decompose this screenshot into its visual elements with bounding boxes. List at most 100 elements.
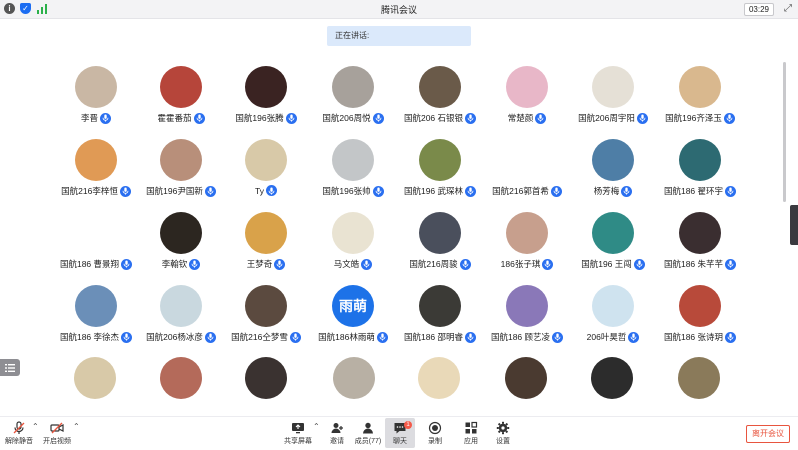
members-icon (363, 422, 373, 434)
mic-icon (372, 185, 384, 197)
chat-button[interactable]: 聊天 1 (385, 418, 415, 448)
mic-icon (189, 258, 201, 270)
participant-tile[interactable]: 国航186 顾艺凌 (484, 285, 570, 343)
participant-name-line: 206叶昊哲 (570, 331, 656, 343)
participant-tile[interactable]: 马文皓 (310, 212, 396, 270)
participant-tile[interactable]: 李翰钦 (138, 212, 224, 270)
participant-name-line: 国航186 曹景翔 (53, 258, 139, 270)
participant-name-line: 国航196张帅 (310, 185, 396, 197)
participant-tile[interactable]: 国航196齐泽玉 (657, 66, 743, 124)
participant-tile[interactable]: 李晋 (53, 66, 139, 124)
avatar (679, 66, 721, 108)
list-view-button[interactable] (0, 359, 20, 376)
title-bar: i ✓ 腾讯会议 03:29 ⤢ (0, 0, 798, 19)
participant-tile[interactable]: Ty (223, 139, 309, 196)
participant-name-line: 国航196齐泽玉 (657, 112, 743, 124)
participant-name: 马文皓 (333, 259, 360, 269)
avatar (419, 139, 461, 181)
avatar (75, 285, 117, 327)
avatar (592, 285, 634, 327)
side-panel-toggle[interactable] (790, 205, 798, 245)
participant-name-line: 国航216周骏 (397, 258, 483, 270)
participant-name: 国航186 翟环宇 (663, 186, 724, 196)
participant-tile[interactable]: 王梦奇 (223, 212, 309, 270)
avatar (75, 212, 117, 254)
participant-tile[interactable]: 国航196张腾 (223, 66, 309, 124)
avatar (419, 212, 461, 254)
participant-name: 常楚颜 (507, 113, 534, 123)
share-options-chevron-icon[interactable]: ⌃ (313, 422, 320, 431)
participant-tile[interactable]: 国航206 石银银 (397, 66, 483, 124)
avatar (679, 212, 721, 254)
mic-icon (465, 185, 477, 197)
mic-icon (628, 331, 640, 343)
participant-name: 李翰钦 (161, 259, 188, 269)
mic-icon (621, 185, 633, 197)
fullscreen-icon[interactable]: ⤢ (784, 3, 792, 14)
avatar (75, 66, 117, 108)
participant-tile[interactable]: 国航186 张诗玥 (657, 285, 743, 343)
share-screen-icon (292, 423, 304, 434)
participant-tile[interactable]: 国航206周宇阳 (570, 66, 656, 124)
participant-tile[interactable]: 国航216仝梦雪 (223, 285, 309, 343)
participant-name: 霍霍番茄 (157, 113, 192, 123)
avatar-partial (418, 357, 460, 399)
participant-name-line: 霍霍番茄 (138, 112, 224, 124)
avatar (679, 285, 721, 327)
participant-tile[interactable]: 雨萌 国航186林雨萌 (310, 285, 396, 343)
participant-tile[interactable]: 186张子琪 (484, 212, 570, 270)
participant-tile[interactable]: 国航186 李徐杰 (53, 285, 139, 343)
avatar (419, 285, 461, 327)
participant-tile[interactable]: 杨芳梅 (570, 139, 656, 197)
participant-name: 国航186 张诗玥 (663, 332, 724, 342)
participant-tile[interactable]: 206叶昊哲 (570, 285, 656, 343)
participant-tile[interactable]: 国航216周骏 (397, 212, 483, 270)
avatar (506, 212, 548, 254)
record-label: 录制 (428, 438, 442, 445)
avatar-partial (505, 357, 547, 399)
participant-tile[interactable]: 常楚颜 (484, 66, 570, 124)
participant-tile[interactable]: 国航196 王闯 (570, 212, 656, 270)
mic-icon (285, 112, 297, 124)
mic-icon (289, 331, 301, 343)
leave-meeting-button[interactable]: 离开会议 (746, 425, 790, 443)
participant-tile[interactable]: 国航206杨冰彦 (138, 285, 224, 343)
audio-options-chevron-icon[interactable]: ⌃ (32, 422, 39, 431)
participant-name-line: 国航196 武琛林 (397, 185, 483, 197)
share-screen-button[interactable]: 共享屏幕 (283, 421, 313, 446)
apps-button[interactable]: 应用 (456, 421, 486, 446)
participant-name-line: 国航186 顾艺凌 (484, 331, 570, 343)
grid-scrollbar[interactable] (783, 62, 786, 202)
participant-tile[interactable]: 国航186 朱芊芊 (657, 212, 743, 270)
start-video-button[interactable]: 开启视频 (42, 421, 72, 446)
unmute-button[interactable]: 解除静音 (4, 421, 34, 446)
avatar-partial (160, 357, 202, 399)
mic-icon (725, 258, 737, 270)
video-options-chevron-icon[interactable]: ⌃ (73, 422, 80, 431)
settings-button[interactable]: 设置 (488, 421, 518, 446)
record-button[interactable]: 录制 (420, 421, 450, 446)
participant-tile[interactable]: 国航196尹国新 (138, 139, 224, 197)
participant-name: 国航186 朱芊芊 (663, 259, 724, 269)
participant-name: 国航196 王闯 (581, 259, 632, 269)
participant-tile[interactable]: 国航196张帅 (310, 139, 396, 197)
participant-tile[interactable]: 国航216郭首希 (484, 139, 570, 197)
mic-icon (204, 185, 216, 197)
mic-icon (121, 331, 133, 343)
participant-tile[interactable]: 国航216李梓恒 (53, 139, 139, 197)
members-button[interactable]: 成员(77) (353, 421, 383, 446)
participant-tile[interactable]: 国航186 邵明睿 (397, 285, 483, 343)
mic-off-icon (13, 421, 25, 434)
mic-icon (633, 258, 645, 270)
participant-tile[interactable]: 国航196 武琛林 (397, 139, 483, 197)
apps-label: 应用 (464, 438, 478, 445)
avatar (160, 139, 202, 181)
participant-name: Ty (255, 185, 264, 196)
participant-tile[interactable]: 国航186 翟环宇 (657, 139, 743, 197)
participant-tile[interactable]: 霍霍番茄 (138, 66, 224, 124)
participant-name-line: 常楚颜 (484, 112, 570, 124)
participant-tile[interactable]: 国航206周悦 (310, 66, 396, 124)
invite-button[interactable]: 邀请 (322, 421, 352, 446)
participant-tile[interactable]: 国航186 曹景翔 (53, 212, 139, 270)
list-icon (5, 363, 15, 372)
